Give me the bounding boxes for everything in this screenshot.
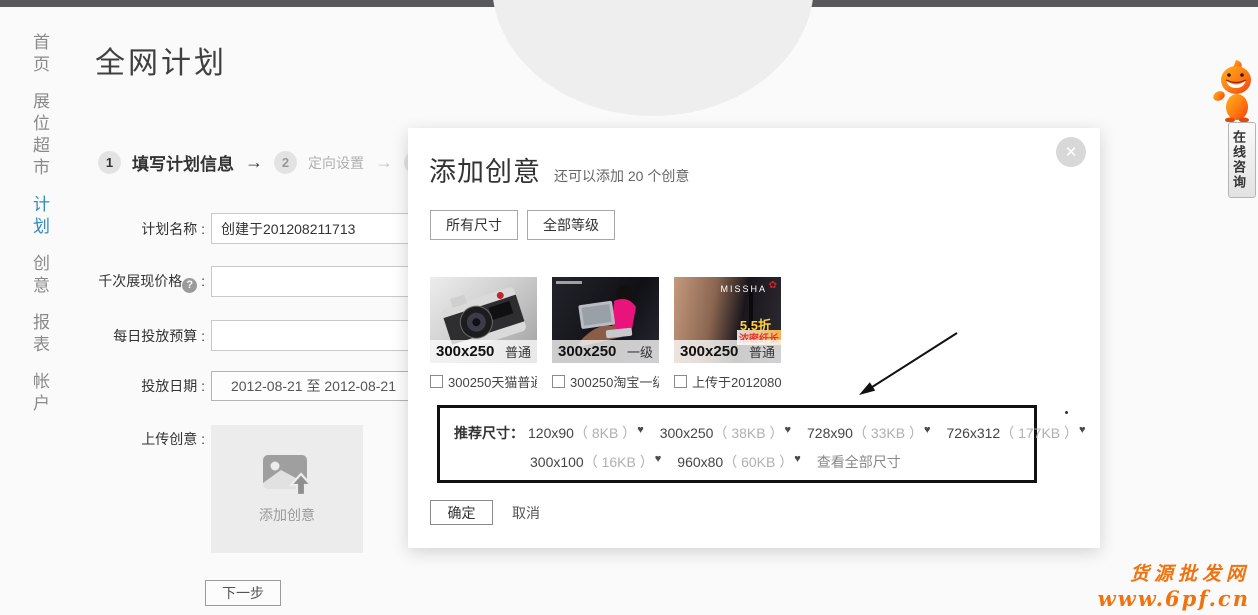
online-support-widget: 在线咨询 bbox=[1202, 58, 1258, 198]
background-ellipse-decoration bbox=[492, 0, 814, 116]
recommended-size-item: 300x100（ 16KB ）♥ bbox=[530, 454, 661, 470]
filter-bar: 所有尺寸 全部等级 bbox=[430, 210, 615, 240]
site-watermark: 货源批发网 www.6pf.cn bbox=[1098, 559, 1250, 611]
creative-checkbox[interactable] bbox=[430, 375, 443, 388]
heart-icon: ♥ bbox=[794, 453, 801, 465]
upload-creative-label: 上传创意 : bbox=[90, 429, 205, 553]
annotation-arrow bbox=[845, 325, 970, 405]
next-step-button[interactable]: 下一步 bbox=[205, 580, 281, 606]
heart-icon: ♥ bbox=[637, 424, 644, 436]
date-range-label: 投放日期 : bbox=[90, 376, 205, 396]
step-arrow-icon: → bbox=[245, 152, 263, 173]
heart-icon: ♥ bbox=[655, 453, 662, 465]
creative-label-bar: 300x250 一级 bbox=[552, 340, 659, 363]
recommended-size-item: 300x250（ 38KB ）♥ bbox=[660, 425, 791, 441]
step-arrow-icon: → bbox=[375, 152, 393, 173]
sidebar-item-home[interactable]: 首页 bbox=[27, 33, 52, 77]
cpm-price-label: 千次展现价格? : bbox=[90, 271, 205, 293]
upload-creative-text: 添加创意 bbox=[259, 505, 315, 525]
creative-checkbox-label: 300250淘宝一级 bbox=[570, 372, 659, 391]
creative-size-label: 300x250 bbox=[680, 343, 738, 360]
cpm-price-label-text: 千次展现价格 bbox=[98, 273, 182, 289]
recommended-size-item: 726x312（ 177KB ）♥ bbox=[947, 425, 1086, 441]
creative-grade-badge: 普通 bbox=[505, 342, 531, 361]
plan-name-label: 计划名称 : bbox=[90, 219, 205, 239]
confirm-button[interactable]: 确定 bbox=[430, 500, 493, 525]
heart-icon: ♥ bbox=[784, 424, 791, 436]
watermark-site-url: www.6pf.cn bbox=[1098, 586, 1250, 611]
image-upload-icon bbox=[261, 453, 313, 497]
creative-card: 300x250 普通 300250天猫普通 bbox=[430, 277, 537, 391]
creative-size-label: 300x250 bbox=[436, 343, 494, 360]
help-icon[interactable]: ? bbox=[182, 278, 197, 293]
close-icon[interactable]: ✕ bbox=[1056, 137, 1086, 167]
step-indicator: 1 填写计划信息 → 2 定向设置 → 3 bbox=[98, 150, 427, 175]
creative-thumbnail[interactable]: 300x250 一级 bbox=[552, 277, 659, 363]
upload-creative-row: 上传创意 : 添加创意 bbox=[90, 425, 363, 553]
watermark-site-name: 货源批发网 bbox=[1098, 559, 1250, 586]
online-support-tab[interactable]: 在线咨询 bbox=[1228, 122, 1256, 198]
modal-footer: 确定 取消 bbox=[430, 500, 540, 525]
creative-label-bar: 300x250 普通 bbox=[430, 340, 537, 363]
modal-remaining-count: 还可以添加 20 个创意 bbox=[554, 166, 689, 186]
daily-budget-label: 每日投放预算 : bbox=[90, 326, 205, 346]
sidebar-item-booth-market[interactable]: 展位超市 bbox=[27, 92, 52, 180]
add-creative-modal: ✕ 添加创意 还可以添加 20 个创意 所有尺寸 全部等级 300x250 普通 bbox=[408, 128, 1100, 548]
creative-checkbox[interactable] bbox=[552, 375, 565, 388]
heart-icon: ♥ bbox=[924, 424, 931, 436]
modal-title: 添加创意 bbox=[429, 150, 541, 189]
annotation-dot bbox=[1065, 411, 1068, 414]
sidebar: 首页 展位超市 计划 创意 报表 帐户 bbox=[27, 33, 52, 416]
creative-checkbox-label: 300250天猫普通 bbox=[448, 372, 537, 391]
recommended-sizes-label: 推荐尺寸： bbox=[454, 425, 524, 441]
brand-text: MISSHA bbox=[720, 284, 767, 294]
creative-grade-badge: 普通 bbox=[749, 342, 775, 361]
step-1-label: 填写计划信息 bbox=[132, 150, 234, 175]
creative-thumbnail[interactable]: 300x250 普通 bbox=[430, 277, 537, 363]
recommended-sizes-line-1: 推荐尺寸：120x90（ 8KB ）♥ 300x250（ 38KB ）♥ 728x9… bbox=[454, 423, 1034, 443]
cpm-price-label-colon: : bbox=[197, 273, 205, 289]
date-range-input[interactable]: 2012-08-21 至 2012-08-21 bbox=[211, 371, 416, 401]
step-1-circle: 1 bbox=[98, 151, 121, 174]
cancel-button[interactable]: 取消 bbox=[512, 503, 540, 523]
creative-grade-badge: 一级 bbox=[627, 342, 653, 361]
creative-size-label: 300x250 bbox=[558, 343, 616, 360]
sidebar-item-plan[interactable]: 计划 bbox=[27, 195, 52, 239]
brand-logo-icon: ✿ bbox=[769, 280, 777, 291]
filter-all-grades-button[interactable]: 全部等级 bbox=[527, 210, 615, 240]
creative-thumbnail[interactable]: MISSHA ✿ 5.5折 浓密纤长 300x250 普通 bbox=[674, 277, 781, 363]
creative-card: MISSHA ✿ 5.5折 浓密纤长 300x250 普通 上传于2012080… bbox=[674, 277, 781, 391]
recommended-sizes-box: 推荐尺寸：120x90（ 8KB ）♥ 300x250（ 38KB ）♥ 728x9… bbox=[437, 405, 1037, 483]
modal-header: 添加创意 还可以添加 20 个创意 bbox=[429, 150, 689, 189]
creative-label-bar: 300x250 普通 bbox=[674, 340, 781, 363]
support-mascot-icon bbox=[1206, 58, 1258, 122]
step-2-label: 定向设置 bbox=[308, 153, 364, 173]
filter-all-sizes-button[interactable]: 所有尺寸 bbox=[430, 210, 518, 240]
step-2-circle: 2 bbox=[274, 151, 297, 174]
recommended-size-item: 120x90（ 8KB ）♥ bbox=[528, 425, 644, 441]
recommended-sizes-line-2: 300x100（ 16KB ）♥ 960x80（ 60KB ）♥ 查看全部尺寸 bbox=[530, 452, 1034, 472]
page-title: 全网计划 bbox=[95, 38, 227, 82]
sidebar-item-report[interactable]: 报表 bbox=[27, 313, 52, 357]
creative-checkbox[interactable] bbox=[674, 375, 687, 388]
sidebar-item-creative[interactable]: 创意 bbox=[27, 254, 52, 298]
recommended-size-item: 960x80（ 60KB ）♥ bbox=[677, 454, 801, 470]
sidebar-item-account[interactable]: 帐户 bbox=[27, 372, 52, 416]
creative-checkbox-row: 300250淘宝一级 bbox=[552, 372, 659, 391]
view-all-sizes-link[interactable]: 查看全部尺寸 bbox=[817, 454, 901, 470]
creative-checkbox-label: 上传于20120801 bbox=[692, 372, 781, 391]
heart-icon: ♥ bbox=[1079, 424, 1086, 436]
recommended-size-item: 728x90（ 33KB ）♥ bbox=[807, 425, 931, 441]
creative-list: 300x250 普通 300250天猫普通 300x250 一级 bbox=[430, 277, 781, 391]
creative-checkbox-row: 上传于20120801 bbox=[674, 372, 781, 391]
date-range-row: 投放日期 : 2012-08-21 至 2012-08-21 bbox=[90, 371, 416, 401]
creative-checkbox-row: 300250天猫普通 bbox=[430, 372, 537, 391]
upload-creative-dropzone[interactable]: 添加创意 bbox=[211, 425, 363, 553]
creative-card: 300x250 一级 300250淘宝一级 bbox=[552, 277, 659, 391]
